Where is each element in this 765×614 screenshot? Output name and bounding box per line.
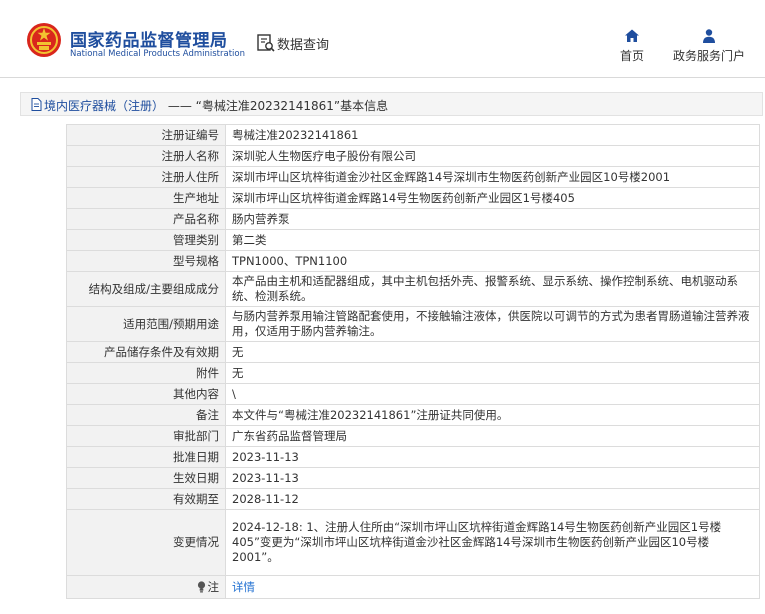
nav-home[interactable]: 首页 — [612, 28, 652, 64]
row-key: 变更情况 — [66, 509, 226, 576]
site-header: 国家药品监督管理局 National Medical Products Admi… — [0, 0, 765, 78]
row-key: 产品储存条件及有效期 — [66, 341, 226, 363]
row-key: 管理类别 — [66, 229, 226, 251]
row-key: 注册人住所 — [66, 166, 226, 188]
row-value: 无 — [225, 362, 760, 384]
row-value: 广东省药品监督管理局 — [225, 425, 760, 447]
note-key-label: 注 — [207, 579, 220, 594]
breadcrumb-text: 境内医疗器械（注册） —— “粤械注准20232141861”基本信息 — [44, 97, 388, 114]
table-row: 产品名称 肠内营养泵 — [66, 208, 760, 230]
table-row: 管理类别 第二类 — [66, 229, 760, 251]
row-key: 适用范围/预期用途 — [66, 306, 226, 342]
row-key: 生产地址 — [66, 187, 226, 209]
row-value: 2028-11-12 — [225, 488, 760, 510]
row-value: 粤械注准20232141861 — [225, 124, 760, 146]
data-query-label[interactable]: 数据查询 — [277, 34, 329, 53]
breadcrumb-separator: —— — [167, 99, 192, 113]
row-key: 型号规格 — [66, 250, 226, 272]
breadcrumb-category[interactable]: 境内医疗器械（注册） — [44, 99, 164, 113]
table-row: 注册人住所 深圳市坪山区坑梓街道金沙社区金辉路14号深圳市生物医药创新产业园区10… — [66, 166, 760, 188]
row-key: 备注 — [66, 404, 226, 426]
row-value: 深圳市坪山区坑梓街道金辉路14号生物医药创新产业园区1号楼405 — [225, 187, 760, 209]
breadcrumb-title: “粤械注准20232141861”基本信息 — [195, 99, 389, 113]
nav-service-portal[interactable]: 政务服务门户 — [668, 28, 750, 64]
row-value: 肠内营养泵 — [225, 208, 760, 230]
nav-service-label: 政务服务门户 — [672, 49, 745, 63]
table-row: 适用范围/预期用途 与肠内营养泵用输注管路配套使用，不接触输注液体，供医院以可调节… — [66, 306, 760, 342]
row-value: 无 — [225, 341, 760, 363]
row-key: 附件 — [66, 362, 226, 384]
row-value: 2023-11-13 — [225, 446, 760, 468]
home-icon — [625, 29, 639, 42]
row-key: 其他内容 — [66, 383, 226, 405]
brand-name-en[interactable]: National Medical Products Administration — [70, 49, 245, 59]
table-row-note: 注 详情 — [66, 575, 760, 599]
national-emblem-icon — [27, 23, 61, 57]
table-row: 批准日期 2023-11-13 — [66, 446, 760, 468]
table-row: 产品储存条件及有效期无 — [66, 341, 760, 363]
row-value: 与肠内营养泵用输注管路配套使用，不接触输注液体，供医院以可调节的方式为患者胃肠道… — [225, 306, 760, 342]
table-row: 结构及组成/主要组成成分 本产品由主机和适配器组成，其中主机包括外壳、报警系统、显… — [66, 271, 760, 307]
row-key: 产品名称 — [66, 208, 226, 230]
table-row: 其他内容 \ — [66, 383, 760, 405]
table-row: 生效日期 2023-11-13 — [66, 467, 760, 489]
row-key: 结构及组成/主要组成成分 — [66, 271, 226, 307]
document-icon — [31, 98, 42, 111]
row-value: 本文件与“粤械注准20232141861”注册证共同使用。 — [225, 404, 760, 426]
table-row: 有效期至 2028-11-12 — [66, 488, 760, 510]
user-icon — [703, 29, 715, 43]
row-key: 审批部门 — [66, 425, 226, 447]
table-row: 型号规格 TPN1000、TPN1100 — [66, 250, 760, 272]
row-value: 深圳市坪山区坑梓街道金沙社区金辉路14号深圳市生物医药创新产业园区10号楼200… — [225, 166, 760, 188]
note-key: 注 — [66, 575, 226, 599]
detail-link[interactable]: 详情 — [232, 580, 255, 594]
row-value: 2023-11-13 — [225, 467, 760, 489]
row-value: 2024-12-18: 1、注册人住所由“深圳市坪山区坑梓街道金辉路14号生物医… — [225, 509, 760, 576]
table-row: 附件无 — [66, 362, 760, 384]
lightbulb-icon — [197, 580, 205, 592]
row-key: 注册证编号 — [66, 124, 226, 146]
row-key: 批准日期 — [66, 446, 226, 468]
row-value: 深圳驼人生物医疗电子股份有限公司 — [225, 145, 760, 167]
breadcrumb: 境内医疗器械（注册） —— “粤械注准20232141861”基本信息 — [20, 92, 763, 116]
data-query-icon[interactable] — [256, 33, 276, 53]
row-value: \ — [225, 383, 760, 405]
table-row: 注册证编号 粤械注准20232141861 — [66, 124, 760, 146]
note-value: 详情 — [225, 575, 760, 599]
row-value: 第二类 — [225, 229, 760, 251]
row-key: 生效日期 — [66, 467, 226, 489]
row-value: 本产品由主机和适配器组成，其中主机包括外壳、报警系统、显示系统、操作控制系统、电… — [225, 271, 760, 307]
table-row: 注册人名称 深圳驼人生物医疗电子股份有限公司 — [66, 145, 760, 167]
table-row: 变更情况 2024-12-18: 1、注册人住所由“深圳市坪山区坑梓街道金辉路14… — [66, 509, 760, 576]
row-key: 有效期至 — [66, 488, 226, 510]
table-row: 生产地址 深圳市坪山区坑梓街道金辉路14号生物医药创新产业园区1号楼405 — [66, 187, 760, 209]
row-key: 注册人名称 — [66, 145, 226, 167]
brand-name-cn[interactable]: 国家药品监督管理局 — [70, 26, 228, 51]
nav-home-label: 首页 — [619, 49, 644, 63]
table-row: 备注 本文件与“粤械注准20232141861”注册证共同使用。 — [66, 404, 760, 426]
table-row: 审批部门 广东省药品监督管理局 — [66, 425, 760, 447]
registration-info-table: 注册证编号 粤械注准20232141861 注册人名称 深圳驼人生物医疗电子股份有限… — [66, 124, 760, 599]
row-value: TPN1000、TPN1100 — [225, 250, 760, 272]
